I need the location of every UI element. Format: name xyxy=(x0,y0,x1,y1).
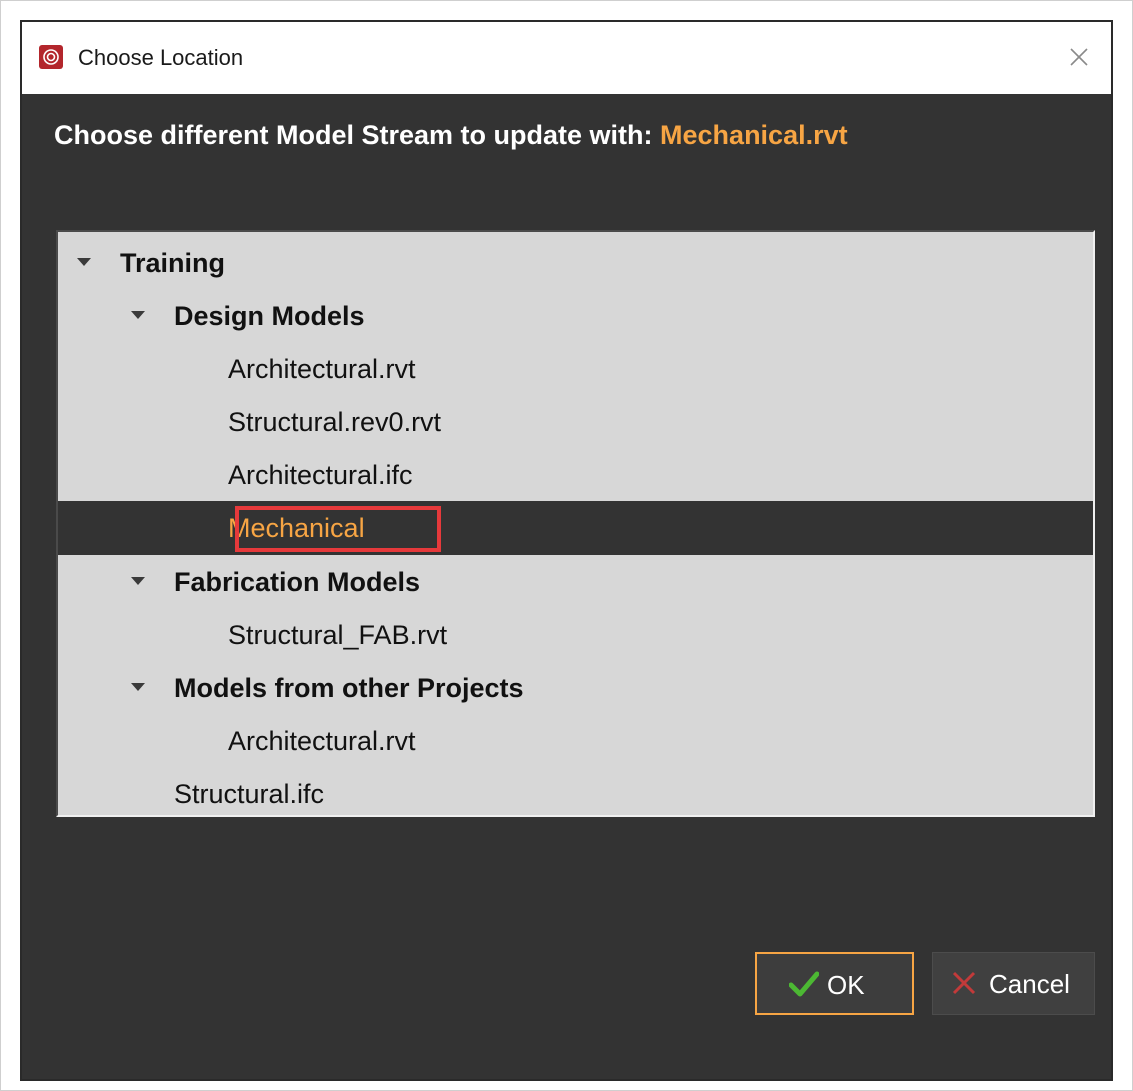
tree-item-label: Structural.rev0.rvt xyxy=(228,407,442,437)
dialog-heading: Choose different Model Stream to update … xyxy=(54,120,848,151)
window-title: Choose Location xyxy=(78,45,244,70)
tree-item-label: Fabrication Models xyxy=(174,567,421,597)
tree-item-models-from-other-projects[interactable]: Models from other Projects xyxy=(58,661,1093,715)
tree-item-structural-fab-rvt[interactable]: Structural_FAB.rvt xyxy=(58,608,1093,662)
heading-prefix: Choose different Model Stream to update … xyxy=(54,120,661,150)
tree-item-label: Architectural.ifc xyxy=(228,460,413,490)
ok-label: OK xyxy=(827,970,865,1000)
dialog-body: Choose different Model Stream to update … xyxy=(22,94,1111,1079)
tree-item-design-models[interactable]: Design Models xyxy=(58,289,1093,343)
tree-item-mechanical[interactable]: Mechanical xyxy=(58,501,1093,555)
x-cancel-icon xyxy=(952,971,976,995)
expand-arrow-icon[interactable] xyxy=(131,311,145,319)
expand-arrow-icon[interactable] xyxy=(131,683,145,691)
expand-arrow-icon[interactable] xyxy=(77,258,91,266)
tree-item-fabrication-models[interactable]: Fabrication Models xyxy=(58,555,1093,609)
tree-item-structural-ifc[interactable]: Structural.ifc xyxy=(58,767,1093,815)
close-button[interactable] xyxy=(1061,39,1097,75)
tree-item-label: Training xyxy=(120,248,226,278)
cancel-label: Cancel xyxy=(989,969,1070,999)
app-logo-icon xyxy=(39,45,63,69)
ok-button[interactable]: OK xyxy=(755,952,914,1015)
tree-item-label: Architectural.rvt xyxy=(228,354,416,384)
choose-location-dialog: Choose Location Choose different Model S… xyxy=(20,20,1113,1081)
tree-item-label: Structural_FAB.rvt xyxy=(228,620,448,650)
tree-item-structural-rev0-rvt[interactable]: Structural.rev0.rvt xyxy=(58,395,1093,449)
tree-item-label: Structural.ifc xyxy=(174,779,325,809)
checkmark-icon xyxy=(789,971,819,997)
close-icon xyxy=(1070,48,1088,66)
tree-item-architectural-rvt-other[interactable]: Architectural.rvt xyxy=(58,714,1093,768)
tree-item-label: Design Models xyxy=(174,301,365,331)
model-stream-tree[interactable]: Training Design Models Architectural.rvt… xyxy=(56,230,1095,817)
tree-item-label: Architectural.rvt xyxy=(228,726,416,756)
annotation-highlight-box xyxy=(235,506,441,552)
tree-item-architectural-rvt[interactable]: Architectural.rvt xyxy=(58,342,1093,396)
heading-filename: Mechanical.rvt xyxy=(660,120,848,150)
tree-item-architectural-ifc[interactable]: Architectural.ifc xyxy=(58,448,1093,502)
tree-item-label: Models from other Projects xyxy=(174,673,524,703)
title-bar: Choose Location xyxy=(22,22,1111,94)
tree-item-training[interactable]: Training xyxy=(58,236,1093,290)
cancel-button[interactable]: Cancel xyxy=(932,952,1095,1015)
expand-arrow-icon[interactable] xyxy=(131,577,145,585)
